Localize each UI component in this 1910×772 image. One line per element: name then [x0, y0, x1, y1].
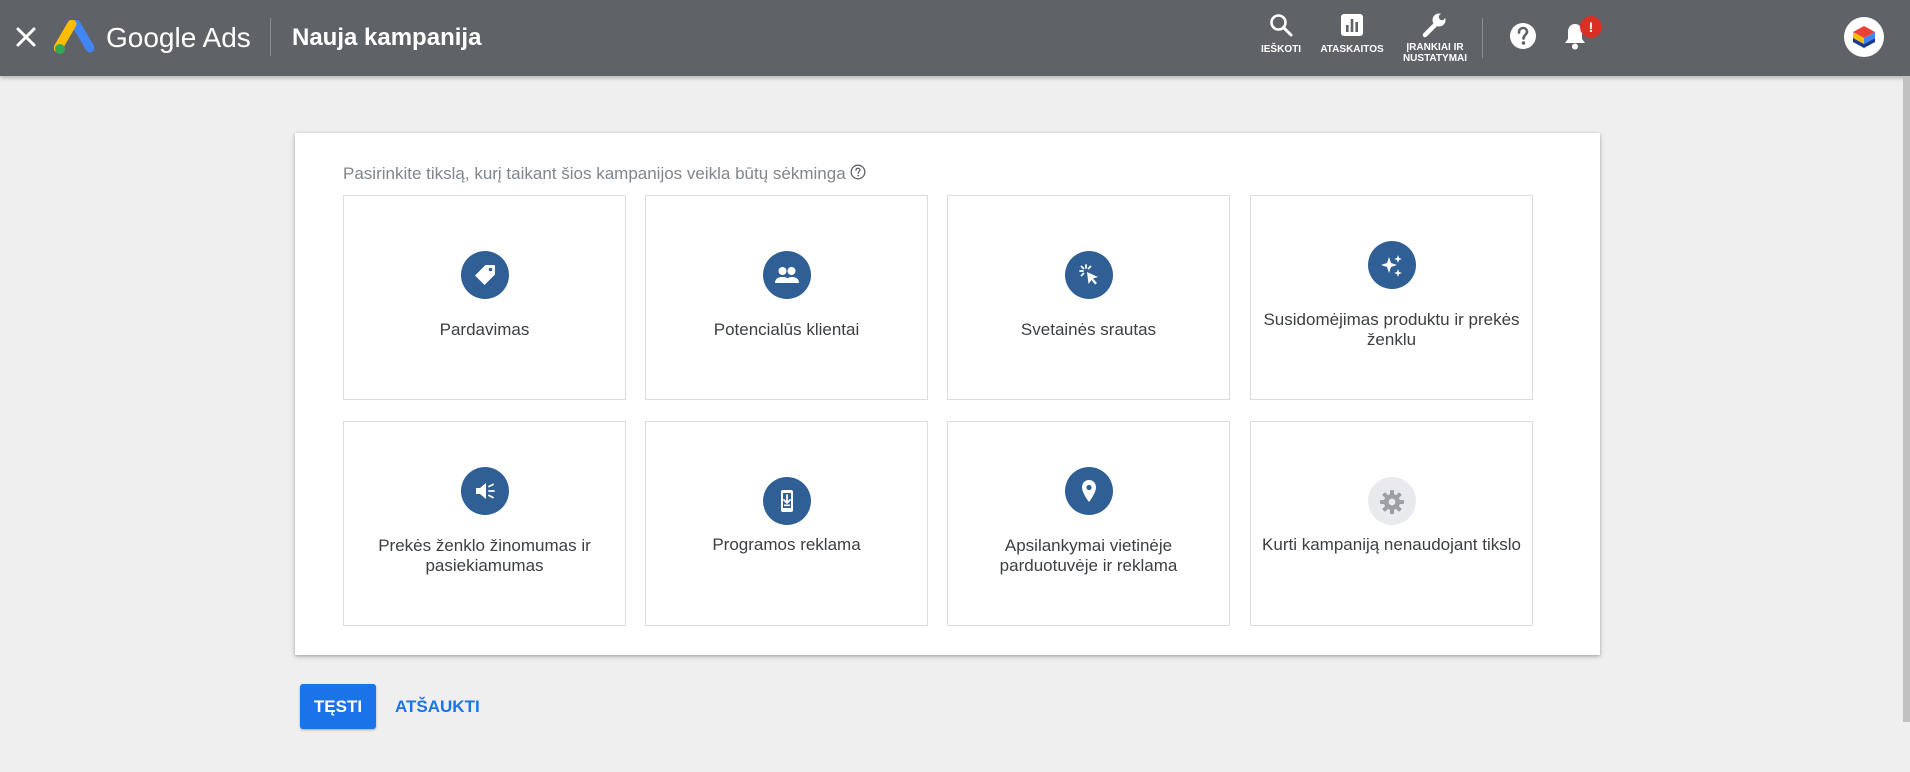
tag-icon — [461, 251, 509, 299]
search-button[interactable]: IEŠKOTI — [1256, 12, 1306, 68]
tools-label-line1: ĮRANKIAI IR — [1406, 42, 1464, 53]
reports-label: ATASKAITOS — [1320, 44, 1384, 55]
avatar[interactable] — [1844, 17, 1884, 57]
goal-tile-label: Kurti kampaniją nenaudojant tikslo — [1262, 535, 1521, 554]
location-pin-icon — [1065, 467, 1113, 515]
goal-tile-label: Potencialūs klientai — [713, 320, 860, 339]
brand-name: Google Ads — [106, 22, 251, 53]
goal-tile-label: Pardavimas — [439, 320, 530, 339]
goal-prompt: Pasirinkite tikslą, kurį taikant šios ka… — [343, 163, 866, 186]
search-icon — [1270, 14, 1293, 37]
goal-tile-sales[interactable]: Pardavimas — [343, 195, 626, 400]
tools-label-line2: NUSTATYMAI — [1402, 53, 1468, 64]
goal-tile-label: Apsilankymai vietinėje parduotuvėje ir r… — [956, 536, 1221, 576]
gear-icon — [1368, 477, 1416, 525]
topbar-divider — [270, 18, 271, 56]
phone-download-icon — [763, 477, 811, 525]
notification-badge: ! — [1580, 16, 1602, 38]
goal-tile-app-promotion[interactable]: Programos reklama — [645, 421, 928, 626]
goal-tile-local-store-visits[interactable]: Apsilankymai vietinėje parduotuvėje ir r… — [947, 421, 1230, 626]
people-icon — [763, 251, 811, 299]
continue-button[interactable]: TĘSTI — [300, 684, 376, 729]
goal-tile-label-line1: Apsilankymai vietinėje — [1004, 536, 1173, 555]
goal-tile-label: Programos reklama — [712, 535, 861, 554]
close-icon[interactable] — [12, 22, 40, 52]
wrench-icon — [1422, 13, 1446, 38]
goal-tile-label-line1: Prekės ženklo žinomumas ir — [378, 536, 591, 555]
goal-tile-website-traffic[interactable]: Svetainės srautas — [947, 195, 1230, 400]
goal-tile-label-line2: parduotuvėje ir reklama — [999, 556, 1178, 575]
help-outline-icon[interactable] — [850, 164, 866, 186]
goal-selection-card: Pasirinkite tikslą, kurį taikant šios ka… — [295, 133, 1600, 655]
goal-tile-label: Svetainės srautas — [1020, 320, 1157, 339]
goal-tile-label: Susidomėjimas produktu ir prekės ženklu — [1259, 310, 1524, 350]
sparkle-icon — [1368, 241, 1416, 289]
goal-tile-label-line1: Susidomėjimas produktu ir prekės — [1263, 310, 1520, 329]
goal-tile-label: Prekės ženklo žinomumas ir pasiekiamumas — [352, 536, 617, 576]
goal-tile-label-line2: ženklu — [1366, 330, 1417, 349]
megaphone-icon — [461, 467, 509, 515]
page-scrollbar[interactable] — [1903, 76, 1910, 722]
goal-tile-label-line2: pasiekiamumas — [425, 556, 544, 575]
reports-button[interactable]: ATASKAITOS — [1316, 12, 1388, 68]
cursor-click-icon — [1065, 251, 1113, 299]
goal-tile-product-brand-consideration[interactable]: Susidomėjimas produktu ir prekės ženklu — [1250, 195, 1533, 400]
topbar-divider — [1482, 18, 1483, 58]
reports-icon — [1341, 14, 1363, 36]
page-title: Nauja kampanija — [292, 24, 482, 51]
cancel-button[interactable]: ATŠAUKTI — [395, 684, 480, 729]
google-ads-logo — [53, 19, 95, 56]
goal-prompt-text: Pasirinkite tikslą, kurį taikant šios ka… — [343, 164, 846, 183]
top-app-bar: Google Ads Nauja kampanija IEŠKOTI ATASK… — [0, 0, 1910, 76]
goal-tile-brand-awareness-reach[interactable]: Prekės ženklo žinomumas ir pasiekiamumas — [343, 421, 626, 626]
search-label: IEŠKOTI — [1260, 44, 1301, 55]
goal-tile-no-goal[interactable]: Kurti kampaniją nenaudojant tikslo — [1250, 421, 1533, 626]
tools-settings-button[interactable]: ĮRANKIAI IR NUSTATYMAI — [1398, 12, 1472, 68]
goal-tile-leads[interactable]: Potencialūs klientai — [645, 195, 928, 400]
help-icon[interactable] — [1508, 20, 1538, 52]
